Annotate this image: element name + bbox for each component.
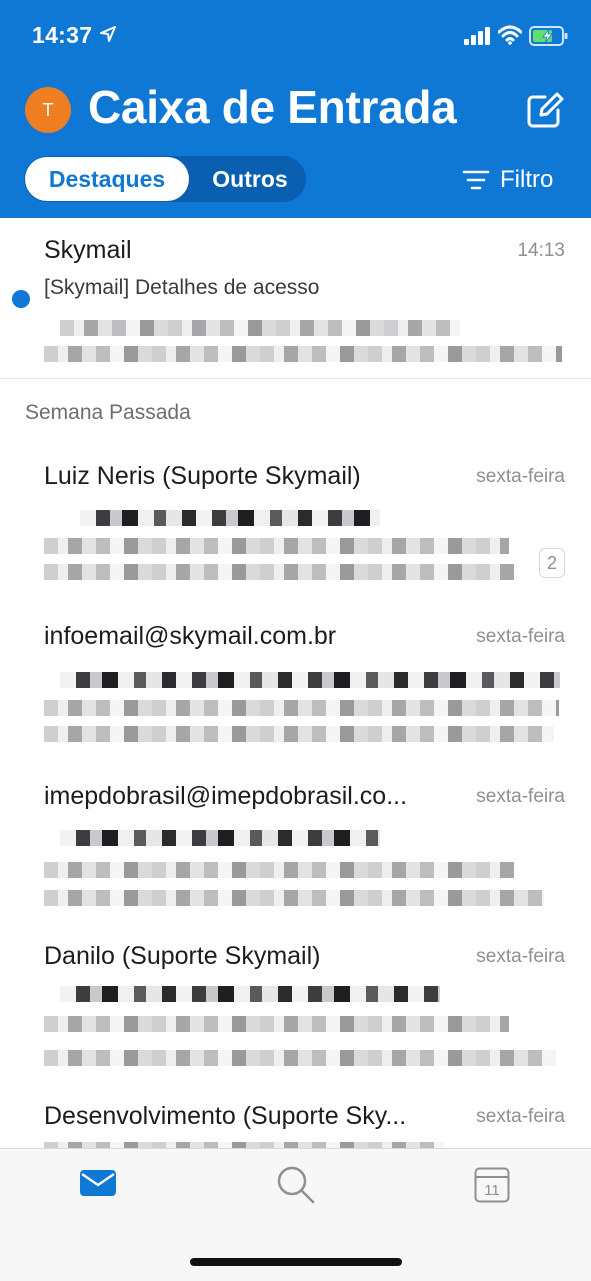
app-header: 14:37 T Caixa de Entrada Destaques Outro… [0, 0, 591, 218]
avatar-initial: T [42, 100, 54, 120]
calendar-day-label: 11 [484, 1182, 500, 1199]
message-preview [44, 1016, 509, 1032]
sender-name: imepdobrasil@imepdobrasil.co... [44, 782, 408, 810]
mail-icon[interactable] [80, 1168, 116, 1198]
list-item[interactable]: Skymail 14:13 [Skymail] Detalhes de aces… [0, 218, 591, 378]
tab-destaques[interactable]: Destaques [25, 157, 189, 201]
message-time: sexta-feira [476, 466, 565, 487]
message-preview [44, 890, 544, 906]
message-time: sexta-feira [476, 946, 565, 967]
location-arrow-icon [100, 26, 116, 42]
message-preview [44, 862, 514, 878]
wifi-icon [498, 25, 522, 45]
list-item[interactable]: imepdobrasil@imepdobrasil.co... sexta-fe… [0, 756, 591, 916]
sender-name: Desenvolvimento (Suporte Sky... [44, 1102, 407, 1130]
signal-icon [464, 27, 490, 45]
section-label: Semana Passada [25, 401, 191, 424]
unread-indicator [12, 290, 30, 308]
home-indicator [190, 1258, 402, 1266]
message-preview [44, 346, 562, 362]
battery-charging-icon [529, 26, 568, 46]
page-title: Caixa de Entrada [88, 81, 457, 133]
filter-button[interactable]: Filtro [462, 164, 553, 196]
message-preview [80, 510, 380, 526]
message-preview [60, 830, 380, 846]
message-time: sexta-feira [476, 1106, 565, 1127]
compose-icon[interactable] [524, 91, 564, 131]
message-preview [60, 672, 560, 688]
section-header: Semana Passada [0, 378, 591, 437]
list-item[interactable]: infoemail@skymail.com.br sexta-feira [0, 596, 591, 756]
message-subject: [Skymail] Detalhes de acesso [44, 276, 320, 299]
status-time: 14:37 [32, 22, 93, 48]
thread-count-badge: 2 [539, 548, 565, 578]
calendar-icon[interactable]: 11 [474, 1167, 510, 1203]
message-preview [60, 986, 440, 1002]
message-time: sexta-feira [476, 786, 565, 807]
mail-list: Skymail 14:13 [Skymail] Detalhes de aces… [0, 218, 591, 1148]
list-item[interactable]: Desenvolvimento (Suporte Sky... sexta-fe… [0, 1076, 591, 1148]
message-preview [44, 726, 554, 742]
search-icon[interactable] [276, 1165, 316, 1205]
message-time: 14:13 [517, 240, 565, 261]
message-preview [60, 320, 460, 336]
tab-outros[interactable]: Outros [194, 157, 306, 201]
sender-name: Luiz Neris (Suporte Skymail) [44, 462, 361, 490]
account-avatar[interactable]: T [25, 87, 71, 133]
list-item[interactable]: Danilo (Suporte Skymail) sexta-feira [0, 916, 591, 1076]
message-preview [44, 538, 509, 554]
message-preview [44, 564, 514, 580]
message-preview [44, 1050, 556, 1066]
list-item[interactable]: Luiz Neris (Suporte Skymail) sexta-feira… [0, 436, 591, 596]
sender-name: Skymail [44, 236, 132, 264]
filter-label: Filtro [500, 166, 554, 193]
message-time: sexta-feira [476, 626, 565, 647]
sender-name: Danilo (Suporte Skymail) [44, 942, 321, 970]
inbox-segmented-control: Destaques Outros [24, 156, 306, 202]
status-bar: 14:37 [0, 0, 591, 72]
sender-name: infoemail@skymail.com.br [44, 622, 337, 650]
message-preview [44, 700, 559, 716]
filter-icon [462, 170, 490, 190]
